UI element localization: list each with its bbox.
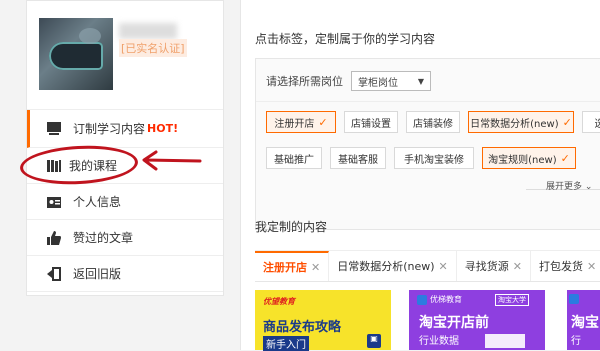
tag-mobile-taobao-decoration[interactable]: 手机淘宝装修 bbox=[394, 147, 474, 169]
books-icon bbox=[45, 157, 63, 175]
tag-daily-data-analysis[interactable]: 日常数据分析(new) ✓ bbox=[468, 111, 574, 133]
position-select[interactable]: 掌柜岗位 ▼ bbox=[351, 71, 431, 91]
close-icon[interactable]: ✕ bbox=[587, 260, 596, 273]
tag-basic-customer-service[interactable]: 基础客服 bbox=[330, 147, 386, 169]
custom-content-title: 我定制的内容 bbox=[255, 220, 328, 234]
card-subtitle: 行业数据 bbox=[419, 336, 459, 347]
id-card-icon bbox=[45, 193, 63, 211]
tag-register-shop[interactable]: 注册开店 ✓ bbox=[266, 111, 336, 133]
check-icon: ✓ bbox=[562, 115, 572, 129]
monitor-icon bbox=[45, 120, 63, 138]
card-subtitle: 新手入门 bbox=[263, 336, 309, 351]
avatar[interactable] bbox=[39, 18, 113, 90]
page: [已实名认证] 订制学习内容 HOT! 我的课程 个人信息 赞过的文章 返回旧版… bbox=[0, 0, 600, 351]
card-title: 商品发布攻略 bbox=[263, 320, 342, 335]
chevron-down-icon: ⌄ bbox=[584, 182, 593, 192]
page-title: 点击标签，定制属于你的学习内容 bbox=[255, 32, 436, 46]
thumbs-up-icon bbox=[45, 229, 63, 247]
close-icon[interactable]: ✕ bbox=[513, 260, 522, 273]
card-brand: 优望教育 bbox=[263, 297, 295, 306]
main-panel: 点击标签，定制属于你的学习内容 请选择所需岗位 掌柜岗位 ▼ 注册开店 ✓ 店铺设… bbox=[240, 0, 600, 351]
sidebar-item-label: 订制学习内容 bbox=[73, 122, 146, 136]
verified-badge: [已实名认证] bbox=[119, 39, 187, 57]
tab-register-shop[interactable]: 注册开店 ✕ bbox=[255, 251, 330, 281]
hot-badge: HOT! bbox=[147, 122, 179, 135]
exit-icon bbox=[45, 265, 63, 283]
card-brand: 优梯教育 bbox=[417, 294, 462, 305]
brand-logo-icon bbox=[569, 294, 579, 304]
close-icon[interactable]: ✕ bbox=[311, 261, 320, 274]
dropdown-arrow-icon: ▼ bbox=[417, 76, 424, 86]
profile-card: [已实名认证] bbox=[27, 1, 223, 110]
tag-filter-panel: 请选择所需岗位 掌柜岗位 ▼ 注册开店 ✓ 店铺设置 店铺装修 日常数据分析(ne… bbox=[255, 58, 600, 230]
card-subtitle: 行 bbox=[571, 336, 581, 347]
position-prompt: 请选择所需岗位 bbox=[266, 75, 343, 88]
tab-find-supply[interactable]: 寻找货源 ✕ bbox=[457, 251, 531, 281]
tag-basic-promotion[interactable]: 基础推广 bbox=[266, 147, 322, 169]
sidebar-item-label: 个人信息 bbox=[73, 195, 122, 209]
sidebar-item-profile[interactable]: 个人信息 bbox=[27, 184, 223, 220]
sidebar-item-label: 赞过的文章 bbox=[73, 231, 134, 245]
card-badge: 淘宝大学 bbox=[495, 294, 529, 306]
card-decoration bbox=[485, 334, 525, 348]
sidebar-item-label: 我的课程 bbox=[69, 159, 118, 173]
brand-logo-icon bbox=[417, 294, 427, 305]
tab-packing-shipping[interactable]: 打包发货 ✕ bbox=[531, 251, 600, 281]
expand-more-link[interactable]: 展开更多 ⌄ bbox=[546, 179, 592, 192]
sidebar-item-back-old[interactable]: 返回旧版 bbox=[27, 256, 223, 292]
tab-daily-data-analysis[interactable]: 日常数据分析(new) ✕ bbox=[329, 251, 457, 281]
sidebar-item-custom-learning[interactable]: 订制学习内容 HOT! bbox=[27, 110, 223, 148]
tag-partial[interactable]: 选 bbox=[582, 111, 600, 133]
course-card[interactable]: 淘宝 行 bbox=[567, 290, 600, 350]
tag-shop-settings[interactable]: 店铺设置 bbox=[344, 111, 398, 133]
shopping-bag-icon: ▣ bbox=[367, 334, 381, 348]
check-icon: ✓ bbox=[318, 115, 328, 129]
course-card[interactable]: 优梯教育 淘宝大学 淘宝开店前 行业数据 bbox=[409, 290, 545, 350]
card-title: 淘宝 bbox=[571, 315, 599, 331]
course-card[interactable]: 优望教育 商品发布攻略 新手入门 ▣ bbox=[255, 290, 391, 351]
position-select-value: 掌柜岗位 bbox=[358, 77, 398, 89]
content-tabs: 注册开店 ✕ 日常数据分析(new) ✕ 寻找货源 ✕ 打包发货 ✕ bbox=[255, 250, 600, 282]
sidebar-item-label: 返回旧版 bbox=[73, 267, 122, 281]
check-icon: ✓ bbox=[560, 151, 570, 165]
card-title: 淘宝开店前 bbox=[419, 315, 489, 331]
position-filter: 请选择所需岗位 掌柜岗位 ▼ bbox=[266, 71, 431, 91]
tag-shop-decoration[interactable]: 店铺装修 bbox=[406, 111, 460, 133]
username-blurred bbox=[119, 23, 177, 39]
sidebar: [已实名认证] 订制学习内容 HOT! 我的课程 个人信息 赞过的文章 返回旧版 bbox=[26, 0, 224, 296]
tag-taobao-rules[interactable]: 淘宝规则(new) ✓ bbox=[482, 147, 576, 169]
sidebar-item-liked-articles[interactable]: 赞过的文章 bbox=[27, 220, 223, 256]
close-icon[interactable]: ✕ bbox=[439, 260, 448, 273]
sidebar-item-my-courses[interactable]: 我的课程 bbox=[27, 148, 223, 184]
